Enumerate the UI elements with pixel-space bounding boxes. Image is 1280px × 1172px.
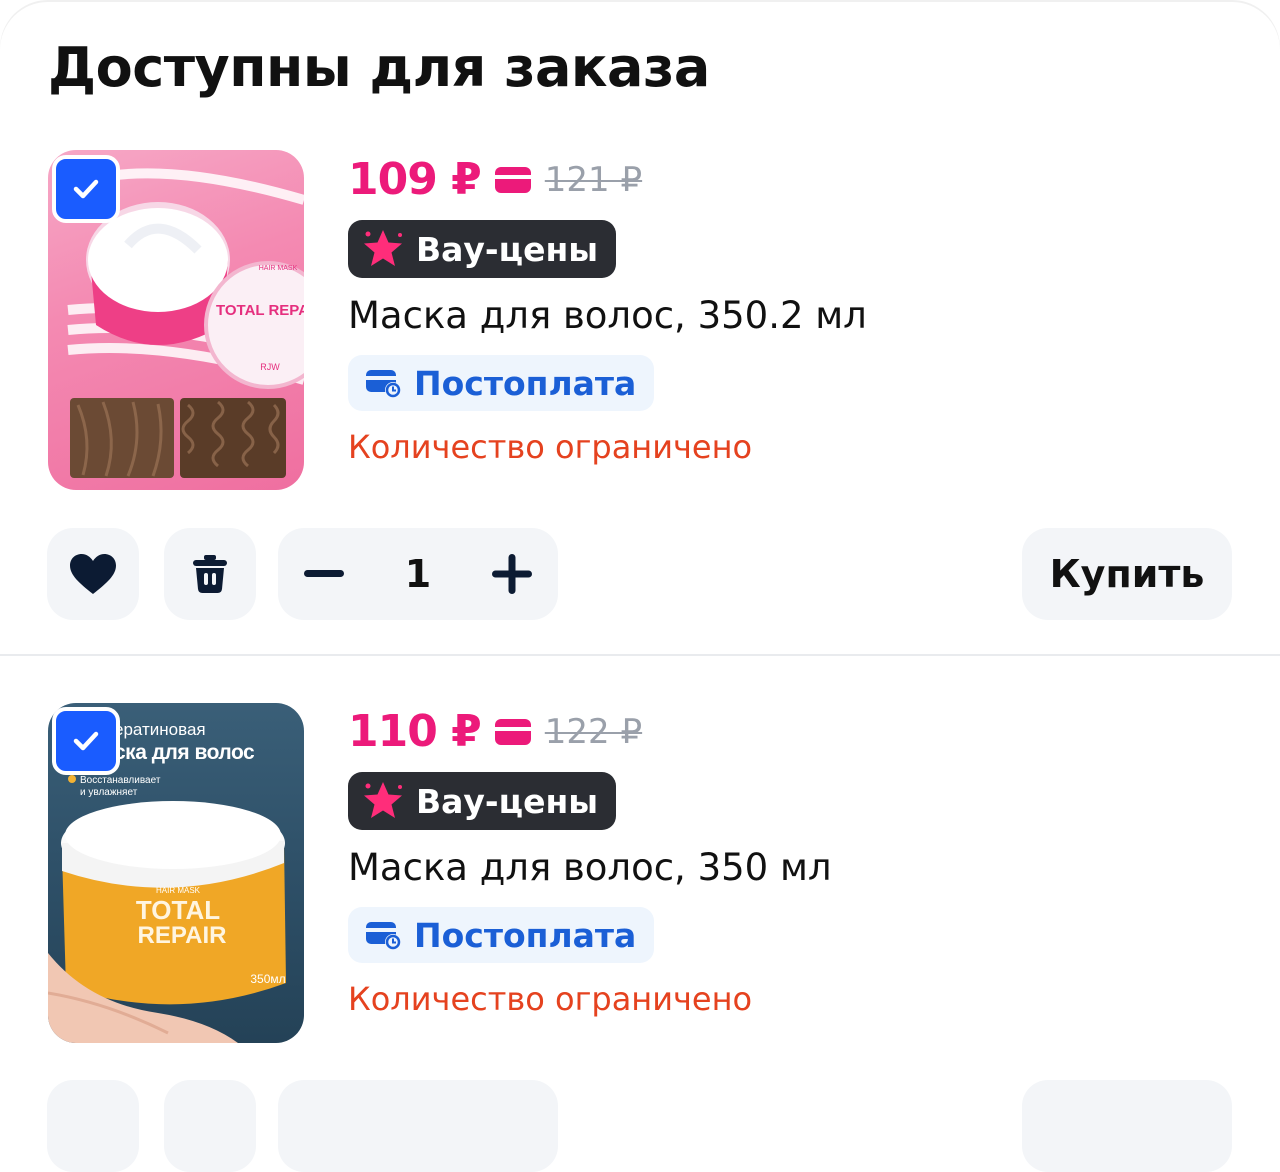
star-icon [364, 782, 402, 818]
image-brand-1: TOTAL [136, 895, 220, 925]
select-checkbox[interactable] [52, 707, 120, 775]
decrease-button[interactable] [278, 528, 370, 620]
quantity-stepper: 1 [278, 528, 558, 620]
image-headline-2: ска для волос [114, 741, 255, 764]
price-row: 109 ₽ 121 ₽ [348, 154, 642, 205]
item-divider [0, 654, 1280, 656]
stock-note: Количество ограничено [348, 428, 753, 466]
select-checkbox[interactable] [52, 155, 120, 223]
price-old: 121 ₽ [544, 159, 643, 200]
section-title: Доступны для заказа [48, 36, 710, 99]
card-payment-icon [494, 718, 531, 745]
card-payment-icon [494, 166, 531, 193]
image-maker-text: RJW [260, 362, 280, 372]
postpay-badge[interactable]: Постоплата [348, 355, 655, 411]
quantity-stepper[interactable] [278, 1080, 558, 1172]
price-row: 110 ₽ 122 ₽ [348, 706, 642, 757]
stock-note: Количество ограничено [348, 980, 753, 1018]
image-volume: 350мл [250, 972, 285, 986]
favorite-button[interactable] [47, 1080, 139, 1172]
image-small-text: HAIR MASK [156, 886, 201, 895]
delete-button[interactable] [164, 1080, 256, 1172]
increase-button[interactable] [466, 528, 558, 620]
buy-button[interactable] [1022, 1080, 1232, 1172]
postpay-icon [366, 370, 401, 398]
postpay-label: Постоплата [414, 915, 637, 955]
price-old: 122 ₽ [544, 711, 643, 752]
image-brand-text: TOTAL REPAIR [216, 302, 304, 319]
product-name[interactable]: Маска для волос, 350 мл [348, 846, 832, 889]
heart-icon [70, 554, 116, 594]
buy-button[interactable]: Купить [1022, 528, 1232, 620]
star-icon [364, 230, 402, 266]
minus-icon [304, 570, 344, 577]
image-subline-1: Восстанавливает [80, 775, 161, 786]
favorite-button[interactable] [47, 528, 139, 620]
quantity-value[interactable]: 1 [370, 528, 466, 620]
image-small-text: HAIR MASK [259, 265, 298, 272]
promo-badge[interactable]: Вау-цены [348, 772, 617, 830]
product-name[interactable]: Маска для волос, 350.2 мл [348, 294, 867, 337]
price-current: 109 ₽ [348, 154, 482, 205]
price-current: 110 ₽ [348, 706, 482, 757]
promo-badge-label: Вау-цены [416, 229, 599, 269]
postpay-icon [366, 922, 401, 950]
plus-icon [492, 554, 532, 594]
delete-button[interactable] [164, 528, 256, 620]
image-brand-2: REPAIR [138, 922, 227, 949]
postpay-badge[interactable]: Постоплата [348, 907, 655, 963]
checkmark-icon [73, 179, 99, 199]
trash-icon [193, 555, 227, 593]
checkmark-icon [73, 731, 99, 751]
promo-badge-label: Вау-цены [416, 781, 599, 821]
image-headline-1: ератиновая [114, 720, 206, 739]
postpay-label: Постоплата [414, 363, 637, 403]
promo-badge[interactable]: Вау-цены [348, 220, 617, 278]
image-subline-2: и увлажняет [80, 787, 138, 798]
